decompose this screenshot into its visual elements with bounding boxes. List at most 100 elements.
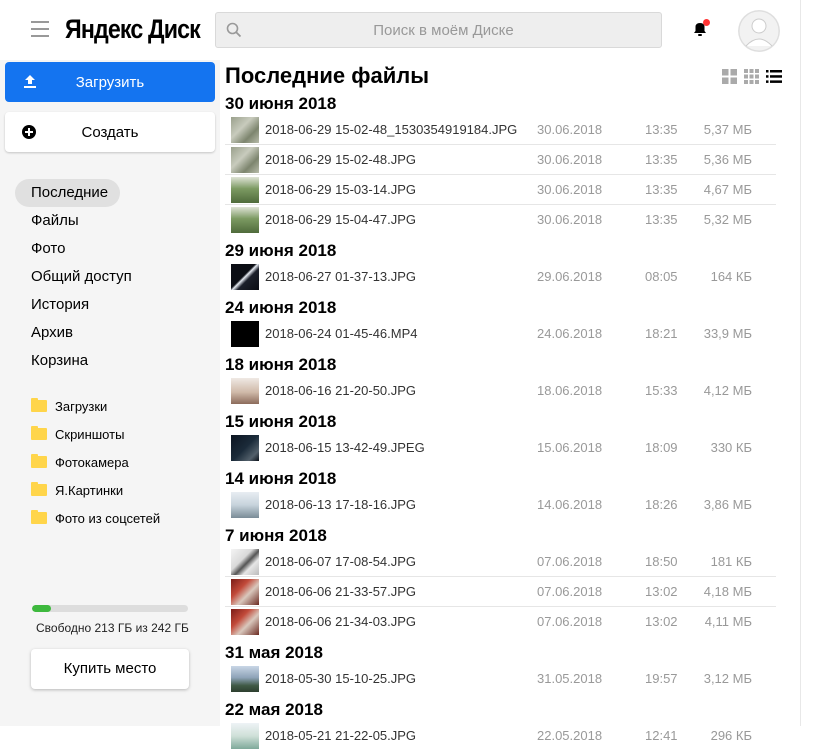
file-row[interactable]: 2018-06-06 21-33-57.JPG 07.06.2018 13:02 4,… <box>225 577 776 607</box>
search-box[interactable] <box>215 12 662 48</box>
file-size: 5,37 МБ <box>703 122 752 137</box>
file-date: 30.06.2018 <box>537 212 603 227</box>
file-thumbnail <box>231 549 259 575</box>
file-name: 2018-06-24 01-45-46.MP4 <box>265 326 418 341</box>
file-row[interactable]: 2018-06-16 21-20-50.JPG 18.06.2018 15:33 4,… <box>225 376 776 406</box>
file-date: 31.05.2018 <box>537 671 603 686</box>
folder-label: Я.Картинки <box>55 482 124 498</box>
sidebar-item-photo[interactable]: Фото <box>15 235 77 263</box>
logo[interactable]: Яндекс Диск <box>65 14 201 45</box>
file-row[interactable]: 2018-06-29 15-03-14.JPG 30.06.2018 13:35 4,… <box>225 175 776 205</box>
create-button[interactable]: Создать <box>5 112 215 152</box>
file-thumbnail <box>231 117 259 143</box>
list-view-icon[interactable] <box>766 69 782 84</box>
file-date: 07.06.2018 <box>537 554 603 569</box>
date-group-title: 29 июня 2018 <box>225 241 337 260</box>
file-size: 4,12 МБ <box>703 383 752 398</box>
file-time: 18:09 <box>645 440 678 455</box>
date-group-title: 30 июня 2018 <box>225 94 337 113</box>
file-row[interactable]: 2018-06-07 17-08-54.JPG 07.06.2018 18:50 18… <box>225 547 776 577</box>
date-group-title: 22 мая 2018 <box>225 700 323 719</box>
quota-text: Свободно 213 ГБ из 242 ГБ <box>36 621 189 635</box>
file-date: 18.06.2018 <box>537 383 603 398</box>
file-date: 07.06.2018 <box>537 614 603 629</box>
file-time: 13:02 <box>645 614 678 629</box>
file-row[interactable]: 2018-06-15 13-42-49.JPEG 15.06.2018 18:09 3… <box>225 433 776 463</box>
folder-label: Скриншоты <box>55 426 125 442</box>
date-group-title: 18 июня 2018 <box>225 355 337 374</box>
sidebar-item-recent[interactable]: Последние <box>15 179 121 207</box>
small-tiles-icon[interactable] <box>744 69 759 84</box>
file-thumbnail <box>231 378 259 404</box>
file-row[interactable]: 2018-06-06 21-34-03.JPG 07.06.2018 13:02 4,… <box>225 607 776 637</box>
file-date: 14.06.2018 <box>537 497 603 512</box>
notifications-button[interactable] <box>691 19 710 38</box>
folder-icon <box>31 454 47 468</box>
large-tiles-icon[interactable] <box>722 69 737 84</box>
menu-icon[interactable] <box>31 21 49 37</box>
file-name: 2018-05-30 15-10-25.JPG <box>265 671 417 686</box>
file-thumbnail <box>231 177 259 203</box>
sidebar-item-shared[interactable]: Общий доступ <box>15 263 144 291</box>
file-row[interactable]: 2018-06-29 15-02-48_1530354919184.JPG 30.… <box>225 115 776 145</box>
file-row[interactable]: 2018-06-13 17-18-16.JPG 14.06.2018 18:26 3,… <box>225 490 776 520</box>
file-thumbnail <box>231 435 259 461</box>
main-content: Последние файлы 30 июня 2018 2018-06-29 1… <box>220 60 800 749</box>
file-name: 2018-06-06 21-34-03.JPG <box>265 614 417 629</box>
date-group: 22 мая 2018 2018-05-21 21-22-05.JPG 22.05.… <box>225 699 776 751</box>
file-name: 2018-06-29 15-04-47.JPG <box>265 212 417 227</box>
file-size: 5,36 МБ <box>703 152 752 167</box>
file-row[interactable]: 2018-06-29 15-04-47.JPG 30.06.2018 13:35 5,… <box>225 205 776 235</box>
sidebar-item-history[interactable]: История <box>15 291 101 319</box>
folder-item-downloads[interactable]: Загрузки <box>31 392 160 420</box>
file-time: 08:05 <box>645 269 678 284</box>
file-row[interactable]: 2018-06-27 01-37-13.JPG 29.06.2018 08:05 16… <box>225 262 776 292</box>
search-input[interactable] <box>216 13 661 47</box>
upload-label: Загрузить <box>75 74 145 91</box>
date-group: 31 мая 2018 2018-05-30 15-10-25.JPG 31.05.… <box>225 642 776 694</box>
page-title: Последние файлы <box>225 63 430 88</box>
folder-item-pictures[interactable]: Я.Картинки <box>31 476 160 504</box>
file-thumbnail <box>231 609 259 635</box>
sidebar-item-archive[interactable]: Архив <box>15 319 85 347</box>
file-date: 30.06.2018 <box>537 122 603 137</box>
sidebar-item-trash[interactable]: Корзина <box>15 347 100 375</box>
file-date: 15.06.2018 <box>537 440 603 455</box>
date-group-title: 24 июня 2018 <box>225 298 337 317</box>
file-thumbnail <box>231 147 259 173</box>
date-group: 14 июня 2018 2018-06-13 17-18-16.JPG 14.06… <box>225 468 776 520</box>
file-date: 29.06.2018 <box>537 269 603 284</box>
date-group: 30 июня 2018 2018-06-29 15-02-48_15303549… <box>225 93 776 235</box>
file-thumbnail <box>231 666 259 692</box>
file-time: 13:35 <box>645 182 678 197</box>
file-time: 18:26 <box>645 497 678 512</box>
file-list: 30 июня 2018 2018-06-29 15-02-48_15303549… <box>225 93 776 756</box>
quota-fill <box>32 605 51 612</box>
folder-item-screenshots[interactable]: Скриншоты <box>31 420 160 448</box>
date-group: 18 июня 2018 2018-06-16 21-20-50.JPG 18.06… <box>225 354 776 406</box>
date-group-title: 15 июня 2018 <box>225 412 337 431</box>
scrollbar-track <box>800 0 801 726</box>
folder-item-social[interactable]: Фото из соцсетей <box>31 504 160 532</box>
file-size: 3,86 МБ <box>703 497 752 512</box>
file-size: 296 КБ <box>710 728 752 743</box>
file-row[interactable]: 2018-06-29 15-02-48.JPG 30.06.2018 13:35 5,… <box>225 145 776 175</box>
file-time: 13:35 <box>645 152 678 167</box>
file-name: 2018-06-16 21-20-50.JPG <box>265 383 417 398</box>
file-size: 4,67 МБ <box>703 182 752 197</box>
file-size: 164 КБ <box>710 269 752 284</box>
folder-label: Фотокамера <box>55 454 129 470</box>
buy-space-button[interactable]: Купить место <box>31 649 189 689</box>
file-row[interactable]: 2018-05-30 15-10-25.JPG 31.05.2018 19:57 3,… <box>225 664 776 694</box>
upload-button[interactable]: Загрузить <box>5 62 215 102</box>
file-row[interactable]: 2018-06-24 01-45-46.MP4 24.06.2018 18:21 33… <box>225 319 776 349</box>
sidebar-item-files[interactable]: Файлы <box>15 207 91 235</box>
file-size: 3,12 МБ <box>703 671 752 686</box>
sidebar: Загрузить Создать Последние Файлы Фото О… <box>0 60 220 726</box>
file-time: 13:35 <box>645 212 678 227</box>
folder-item-camera[interactable]: Фотокамера <box>31 448 160 476</box>
avatar[interactable] <box>738 10 780 52</box>
folder-list: Загрузки Скриншоты Фотокамера Я.Картинки… <box>31 392 160 532</box>
file-name: 2018-06-06 21-33-57.JPG <box>265 584 417 599</box>
date-group-title: 7 июня 2018 <box>225 526 327 545</box>
